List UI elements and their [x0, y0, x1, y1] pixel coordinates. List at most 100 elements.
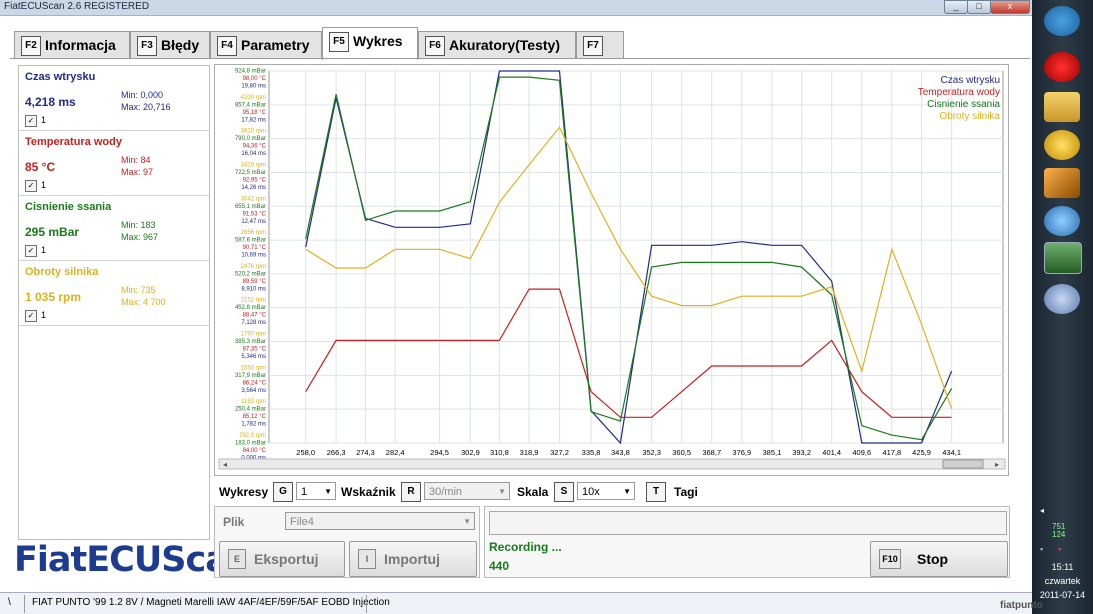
tab-wykres[interactable]: F5 Wykres — [322, 27, 418, 60]
status-divider — [24, 595, 25, 613]
sensor-checkbox[interactable]: ✓ — [25, 310, 37, 322]
y-tick-label: 91,53 °C — [243, 211, 267, 217]
y-tick-label: 84,00 °C — [243, 448, 267, 454]
sensor-min: Min: 735 — [121, 285, 156, 295]
y-tick-label: 86,24 °C — [243, 380, 267, 386]
tab-key: F3 — [137, 36, 157, 56]
close-button[interactable]: x — [990, 0, 1030, 14]
fiatecuscan-icon[interactable] — [1044, 242, 1082, 274]
y-tick-label: 87,35 °C — [243, 347, 267, 353]
window-title: FiatECUScan 2.6 REGISTERED — [4, 1, 150, 12]
sensor-max: Max: 97 — [121, 167, 154, 177]
tools-icon[interactable] — [1044, 168, 1080, 198]
y-tick-label: 183,0 mBar — [235, 441, 266, 447]
tagi-key[interactable]: T — [646, 482, 666, 502]
folder-icon[interactable] — [1044, 92, 1080, 122]
tab-f7[interactable]: F7 — [576, 31, 624, 59]
y-tick-label: 1,782 ms — [241, 422, 266, 428]
y-tick-label: 92,95 °C — [243, 177, 267, 183]
wykresy-select[interactable]: 1 ▼ — [296, 482, 336, 500]
sensor-max: Max: 967 — [121, 232, 159, 242]
y-tick-label: 10,69 ms — [241, 253, 266, 259]
title-bar: FiatECUScan 2.6 REGISTERED _ □ x — [0, 0, 1032, 16]
sensor-checkbox[interactable]: ✓ — [25, 245, 37, 257]
wskaznik-key: R — [401, 482, 421, 502]
chevron-down-icon: ▼ — [324, 487, 332, 496]
tab-akuratory[interactable]: F6 Akuratory(Testy) — [418, 31, 576, 59]
opera-icon[interactable] — [1044, 52, 1080, 82]
y-tick-label: 7,128 ms — [241, 320, 266, 326]
x-tick-label: 393,2 — [792, 448, 811, 457]
sensor-index: 1 — [41, 115, 47, 125]
y-tick-label: 1790 rpm — [241, 332, 266, 338]
tray-arrow-icon[interactable]: ◂ — [1040, 506, 1044, 515]
recording-status: Recording ... — [489, 540, 562, 554]
skala-value: 10x — [582, 486, 600, 498]
sensor-checkbox[interactable]: ✓ — [25, 115, 37, 127]
y-tick-label: 3419 rpm — [241, 162, 266, 168]
scroll-right-icon: ▸ — [995, 460, 999, 469]
x-tick-label: 417,8 — [882, 448, 901, 457]
tab-label: Wykres — [353, 33, 403, 49]
x-tick-label: 360,5 — [672, 448, 691, 457]
x-tick-label: 335,8 — [582, 448, 601, 457]
y-tick-label: 12,47 ms — [241, 219, 266, 225]
wykresy-key: G — [273, 482, 293, 502]
progress-field — [489, 511, 1007, 535]
tab-bledy[interactable]: F3 Błędy — [130, 31, 210, 59]
x-tick-label: 310,8 — [490, 448, 509, 457]
maximize-button[interactable]: □ — [967, 0, 991, 14]
wykresy-value: 1 — [301, 486, 308, 498]
sensor-name: Temperatura wody — [25, 136, 122, 148]
stop-button[interactable]: F10 Stop — [870, 541, 1008, 577]
import-button[interactable]: I Importuj — [349, 541, 477, 577]
y-tick-label: 792,0 rpm — [239, 433, 266, 439]
paint-icon[interactable] — [1044, 284, 1080, 314]
y-tick-label: 385,3 mBar — [235, 339, 266, 345]
tab-key: F7 — [583, 36, 603, 56]
sensor-value: 4,218 ms — [25, 95, 76, 109]
y-tick-label: 88,47 °C — [243, 313, 267, 319]
skala-select[interactable]: 10x ▼ — [577, 482, 635, 500]
minimize-button[interactable]: _ — [944, 0, 968, 14]
y-tick-label: 4200 rpm — [241, 95, 266, 101]
x-tick-label: 385,1 — [763, 448, 782, 457]
clock-time[interactable]: 15:11 — [1032, 562, 1093, 572]
tab-informacja[interactable]: F2 Informacja — [14, 31, 130, 59]
sensor-value: 295 mBar — [25, 225, 80, 239]
tab-parametry[interactable]: F4 Parametry — [210, 31, 322, 59]
y-tick-label: 16,04 ms — [241, 151, 266, 157]
y-tick-label: 587,6 mBar — [235, 238, 266, 244]
y-tick-label: 2656 rpm — [241, 230, 266, 236]
scrollbar-thumb — [942, 459, 984, 469]
y-tick-label: 317,9 mBar — [235, 373, 266, 379]
lightbulb-icon[interactable] — [1044, 130, 1080, 160]
volume-icon[interactable]: ▪ — [1058, 544, 1061, 554]
sensor-checkbox[interactable]: ✓ — [25, 180, 37, 192]
start-orb-icon[interactable] — [1044, 6, 1080, 36]
file-select[interactable]: File4 ▼ — [285, 512, 475, 530]
export-button[interactable]: E Eksportuj — [219, 541, 345, 577]
x-tick-label: 282,4 — [386, 448, 405, 457]
tab-label: Błędy — [161, 37, 200, 53]
tagi-label: Tagi — [674, 485, 698, 499]
clock-day: czwartek — [1044, 576, 1081, 586]
network-icon[interactable]: ▪ — [1040, 544, 1043, 554]
tab-key: F4 — [217, 36, 237, 56]
sensor-name: Czas wtrysku — [25, 71, 96, 83]
net-down: 124 — [1052, 530, 1066, 539]
y-tick-label: 4400 rpm — [241, 65, 266, 67]
sensor-min: Min: 84 — [121, 155, 151, 165]
y-tick-label: 924,8 mBar — [235, 69, 266, 75]
stop-key: F10 — [879, 549, 901, 569]
x-tick-label: 274,3 — [356, 448, 375, 457]
skala-key: S — [554, 482, 574, 502]
sensor-czas-wtrysku: Czas wtrysku 4,218 ms Min: 0,000 Max: 20… — [19, 66, 209, 131]
y-tick-label: 857,4 mBar — [235, 102, 266, 108]
wskaznik-select[interactable]: 30/min ▼ — [424, 482, 510, 500]
y-tick-label: 85,12 °C — [243, 414, 267, 420]
stop-label: Stop — [917, 551, 949, 567]
chart: 258,0 266,3 274,3 282,4 294,5 302,9 310,8 318,9… — [218, 65, 1006, 470]
messenger-icon[interactable] — [1044, 206, 1080, 236]
tab-divider — [10, 58, 1030, 59]
